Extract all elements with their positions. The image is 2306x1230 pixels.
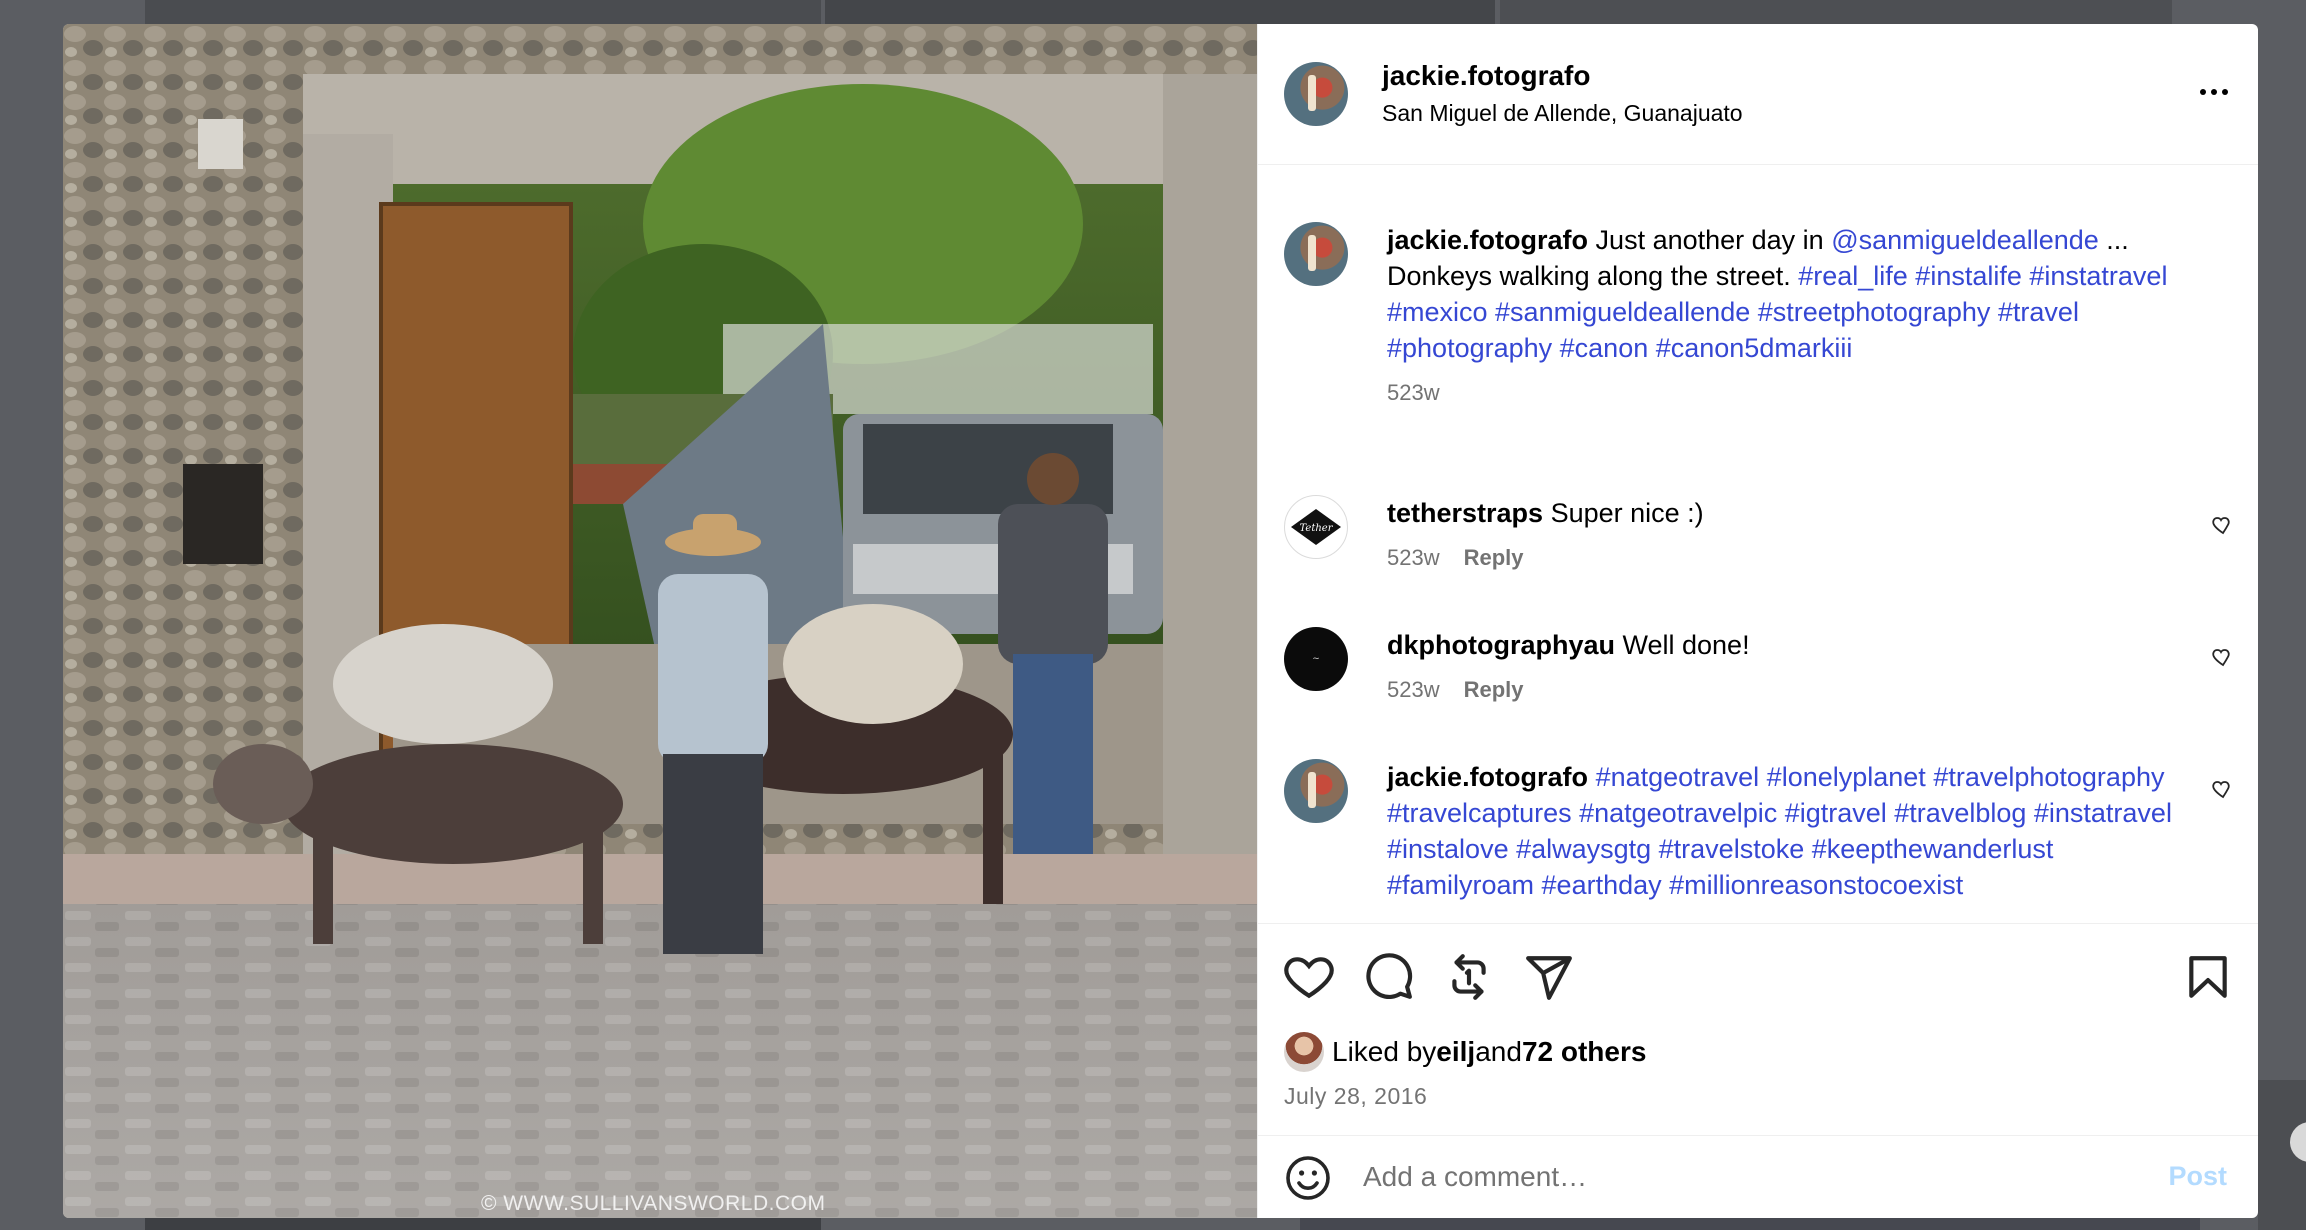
commenter-avatar[interactable]	[1284, 759, 1348, 823]
comment-body: tetherstraps Super nice :) 523w Reply	[1387, 495, 2187, 571]
caption-text-before: Just another day in	[1588, 225, 1832, 255]
caption-username[interactable]: jackie.fotografo	[1387, 225, 1588, 255]
comment-meta: 523w Reply	[1387, 677, 2187, 703]
likes-count[interactable]: 72 others	[1522, 1036, 1647, 1068]
photo-watermark: © WWW.SULLIVANSWORLD.COM	[481, 1192, 826, 1215]
post-header: jackie.fotografo San Miguel de Allende, …	[1258, 24, 2258, 165]
add-comment-bar: Post	[1258, 1135, 2258, 1218]
post-modal: © WWW.SULLIVANSWORLD.COM jackie.fotograf…	[63, 24, 2258, 1218]
comments-list[interactable]: jackie.fotografo Just another day in @sa…	[1258, 165, 2258, 923]
post-location[interactable]: San Miguel de Allende, Guanajuato	[1382, 100, 1743, 127]
liker-username[interactable]: eilj	[1436, 1036, 1475, 1068]
caption-text: jackie.fotografo Just another day in @sa…	[1387, 222, 2187, 406]
post-details-panel: jackie.fotografo San Miguel de Allende, …	[1257, 24, 2258, 1218]
more-icon[interactable]	[2194, 82, 2234, 102]
share-icon[interactable]	[1524, 952, 1574, 1002]
comment-text: Super nice :)	[1543, 498, 1704, 528]
post-comment-button[interactable]: Post	[2168, 1161, 2227, 1192]
comment-age: 523w	[1387, 545, 1440, 570]
caption-meta: 523w	[1387, 380, 2187, 406]
post-actions: Liked by eilj and 72 others July 28, 201…	[1258, 923, 2258, 1135]
comment-username[interactable]: dkphotographyau	[1387, 630, 1615, 660]
author-avatar[interactable]	[1284, 222, 1348, 286]
comment-icon[interactable]	[1364, 952, 1414, 1002]
comment-username[interactable]: jackie.fotografo	[1387, 762, 1588, 792]
commenter-avatar[interactable]: Tether	[1284, 495, 1348, 559]
commenter-avatar[interactable]: ~	[1284, 627, 1348, 691]
comment-age: 523w	[1387, 677, 1440, 702]
likes-middle: and	[1475, 1036, 1522, 1067]
emoji-icon[interactable]	[1284, 1154, 1332, 1202]
author-username[interactable]: jackie.fotografo	[1382, 60, 1590, 92]
heart-icon[interactable]	[1284, 952, 1334, 1002]
like-comment-heart-icon[interactable]	[2209, 777, 2233, 801]
comment-text: Well done!	[1615, 630, 1750, 660]
comment-username[interactable]: tetherstraps	[1387, 498, 1543, 528]
comment-body: jackie.fotografo #natgeotravel #lonelypl…	[1387, 759, 2187, 903]
reply-button[interactable]: Reply	[1464, 545, 1524, 570]
liker-avatar[interactable]	[1284, 1032, 1324, 1072]
repost-icon[interactable]	[1444, 952, 1494, 1002]
likes-summary[interactable]: Liked by eilj and 72 others	[1284, 1032, 1646, 1072]
comment-body: dkphotographyau Well done! 523w Reply	[1387, 627, 2187, 703]
reply-button[interactable]: Reply	[1464, 677, 1524, 702]
like-comment-heart-icon[interactable]	[2209, 645, 2233, 669]
like-comment-heart-icon[interactable]	[2209, 513, 2233, 537]
likes-prefix: Liked by	[1332, 1036, 1437, 1067]
dk-logo-icon: ~	[1312, 654, 1320, 664]
comment-input[interactable]	[1363, 1152, 2123, 1202]
svg-text:Tether: Tether	[1300, 523, 1334, 534]
caption-mention[interactable]: @sanmigueldeallende	[1831, 225, 2099, 255]
comment-meta: 523w Reply	[1387, 545, 2187, 571]
bookmark-icon[interactable]	[2183, 952, 2233, 1002]
photo-illustration	[63, 24, 1257, 1218]
post-photo[interactable]: © WWW.SULLIVANSWORLD.COM	[63, 24, 1257, 1218]
post-date[interactable]: July 28, 2016	[1284, 1083, 1427, 1110]
caption-age: 523w	[1387, 380, 1440, 405]
tether-logo-icon: Tether	[1291, 509, 1341, 545]
author-avatar[interactable]	[1284, 62, 1348, 126]
